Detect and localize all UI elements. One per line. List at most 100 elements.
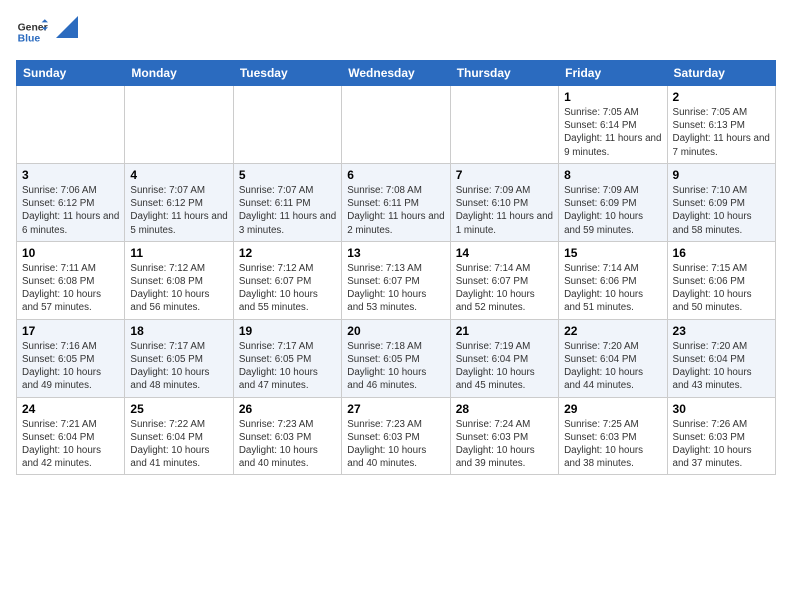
day-number: 1 bbox=[564, 90, 661, 104]
day-number: 28 bbox=[456, 402, 553, 416]
day-info: Sunrise: 7:11 AM Sunset: 6:08 PM Dayligh… bbox=[22, 262, 119, 315]
calendar-cell: 14Sunrise: 7:14 AM Sunset: 6:07 PM Dayli… bbox=[450, 241, 558, 319]
day-number: 30 bbox=[673, 402, 770, 416]
day-number: 24 bbox=[22, 402, 119, 416]
calendar-cell: 5 Sunrise: 7:07 AM Sunset: 6:11 PM Daylig… bbox=[233, 163, 341, 241]
weekday-header: Sunday bbox=[17, 61, 125, 86]
logo-triangle-icon bbox=[56, 16, 78, 38]
calendar-cell: 19 Sunrise: 7:17 AM Sunset: 6:05 PM Dayli… bbox=[233, 319, 341, 397]
calendar-cell: 21Sunrise: 7:19 AM Sunset: 6:04 PM Dayli… bbox=[450, 319, 558, 397]
calendar-cell: 4 Sunrise: 7:07 AM Sunset: 6:12 PM Daylig… bbox=[125, 163, 233, 241]
day-info: Sunrise: 7:12 AM Sunset: 6:08 PM Dayligh… bbox=[130, 262, 227, 315]
calendar-cell: 12 Sunrise: 7:12 AM Sunset: 6:07 PM Dayli… bbox=[233, 241, 341, 319]
day-info: Sunrise: 7:10 AM Sunset: 6:09 PM Dayligh… bbox=[673, 184, 770, 237]
day-number: 4 bbox=[130, 168, 227, 182]
calendar-cell: 15 Sunrise: 7:14 AM Sunset: 6:06 PM Dayli… bbox=[559, 241, 667, 319]
day-number: 3 bbox=[22, 168, 119, 182]
day-number: 17 bbox=[22, 324, 119, 338]
day-info: Sunrise: 7:26 AM Sunset: 6:03 PM Dayligh… bbox=[673, 418, 770, 471]
day-info: Sunrise: 7:13 AM Sunset: 6:07 PM Dayligh… bbox=[347, 262, 444, 315]
calendar-cell: 10 Sunrise: 7:11 AM Sunset: 6:08 PM Dayli… bbox=[17, 241, 125, 319]
day-number: 25 bbox=[130, 402, 227, 416]
calendar-cell: 8 Sunrise: 7:09 AM Sunset: 6:09 PM Daylig… bbox=[559, 163, 667, 241]
day-number: 14 bbox=[456, 246, 553, 260]
day-number: 12 bbox=[239, 246, 336, 260]
calendar-cell bbox=[342, 86, 450, 164]
day-info: Sunrise: 7:06 AM Sunset: 6:12 PM Dayligh… bbox=[22, 184, 119, 237]
calendar-cell bbox=[233, 86, 341, 164]
calendar-table: SundayMondayTuesdayWednesdayThursdayFrid… bbox=[16, 60, 776, 475]
day-number: 11 bbox=[130, 246, 227, 260]
calendar-cell: 25 Sunrise: 7:22 AM Sunset: 6:04 PM Dayli… bbox=[125, 397, 233, 475]
day-number: 7 bbox=[456, 168, 553, 182]
day-number: 26 bbox=[239, 402, 336, 416]
day-number: 5 bbox=[239, 168, 336, 182]
day-info: Sunrise: 7:23 AM Sunset: 6:03 PM Dayligh… bbox=[239, 418, 336, 471]
calendar-cell: 16 Sunrise: 7:15 AM Sunset: 6:06 PM Dayli… bbox=[667, 241, 775, 319]
calendar-cell: 9 Sunrise: 7:10 AM Sunset: 6:09 PM Daylig… bbox=[667, 163, 775, 241]
calendar-cell: 30 Sunrise: 7:26 AM Sunset: 6:03 PM Dayli… bbox=[667, 397, 775, 475]
day-info: Sunrise: 7:20 AM Sunset: 6:04 PM Dayligh… bbox=[564, 340, 661, 393]
day-info: Sunrise: 7:07 AM Sunset: 6:12 PM Dayligh… bbox=[130, 184, 227, 237]
calendar-cell: 2Sunrise: 7:05 AM Sunset: 6:13 PM Daylig… bbox=[667, 86, 775, 164]
day-number: 22 bbox=[564, 324, 661, 338]
calendar-cell: 20 Sunrise: 7:18 AM Sunset: 6:05 PM Dayli… bbox=[342, 319, 450, 397]
calendar-cell: 24Sunrise: 7:21 AM Sunset: 6:04 PM Dayli… bbox=[17, 397, 125, 475]
day-number: 16 bbox=[673, 246, 770, 260]
day-info: Sunrise: 7:22 AM Sunset: 6:04 PM Dayligh… bbox=[130, 418, 227, 471]
calendar-cell: 26 Sunrise: 7:23 AM Sunset: 6:03 PM Dayli… bbox=[233, 397, 341, 475]
day-number: 10 bbox=[22, 246, 119, 260]
calendar-cell: 7 Sunrise: 7:09 AM Sunset: 6:10 PM Daylig… bbox=[450, 163, 558, 241]
day-number: 15 bbox=[564, 246, 661, 260]
day-number: 19 bbox=[239, 324, 336, 338]
weekday-header: Monday bbox=[125, 61, 233, 86]
weekday-header: Thursday bbox=[450, 61, 558, 86]
day-number: 29 bbox=[564, 402, 661, 416]
day-info: Sunrise: 7:09 AM Sunset: 6:10 PM Dayligh… bbox=[456, 184, 553, 237]
day-info: Sunrise: 7:16 AM Sunset: 6:05 PM Dayligh… bbox=[22, 340, 119, 393]
calendar-cell bbox=[17, 86, 125, 164]
calendar-cell: 27 Sunrise: 7:23 AM Sunset: 6:03 PM Dayli… bbox=[342, 397, 450, 475]
calendar-cell: 22 Sunrise: 7:20 AM Sunset: 6:04 PM Dayli… bbox=[559, 319, 667, 397]
weekday-header: Friday bbox=[559, 61, 667, 86]
day-number: 27 bbox=[347, 402, 444, 416]
calendar-week-row: 1 Sunrise: 7:05 AM Sunset: 6:14 PM Daylig… bbox=[17, 86, 776, 164]
day-info: Sunrise: 7:23 AM Sunset: 6:03 PM Dayligh… bbox=[347, 418, 444, 471]
calendar-cell: 28Sunrise: 7:24 AM Sunset: 6:03 PM Dayli… bbox=[450, 397, 558, 475]
calendar-week-row: 24Sunrise: 7:21 AM Sunset: 6:04 PM Dayli… bbox=[17, 397, 776, 475]
page-header: General Blue bbox=[16, 16, 776, 48]
day-info: Sunrise: 7:09 AM Sunset: 6:09 PM Dayligh… bbox=[564, 184, 661, 237]
day-info: Sunrise: 7:20 AM Sunset: 6:04 PM Dayligh… bbox=[673, 340, 770, 393]
day-info: Sunrise: 7:05 AM Sunset: 6:14 PM Dayligh… bbox=[564, 106, 661, 159]
calendar-cell: 13 Sunrise: 7:13 AM Sunset: 6:07 PM Dayli… bbox=[342, 241, 450, 319]
day-number: 6 bbox=[347, 168, 444, 182]
day-info: Sunrise: 7:18 AM Sunset: 6:05 PM Dayligh… bbox=[347, 340, 444, 393]
weekday-header: Wednesday bbox=[342, 61, 450, 86]
day-number: 2 bbox=[673, 90, 770, 104]
day-number: 9 bbox=[673, 168, 770, 182]
calendar-cell bbox=[450, 86, 558, 164]
calendar-header-row: SundayMondayTuesdayWednesdayThursdayFrid… bbox=[17, 61, 776, 86]
calendar-cell: 23 Sunrise: 7:20 AM Sunset: 6:04 PM Dayli… bbox=[667, 319, 775, 397]
day-info: Sunrise: 7:08 AM Sunset: 6:11 PM Dayligh… bbox=[347, 184, 444, 237]
day-info: Sunrise: 7:14 AM Sunset: 6:06 PM Dayligh… bbox=[564, 262, 661, 315]
day-info: Sunrise: 7:12 AM Sunset: 6:07 PM Dayligh… bbox=[239, 262, 336, 315]
day-number: 23 bbox=[673, 324, 770, 338]
day-number: 18 bbox=[130, 324, 227, 338]
day-info: Sunrise: 7:17 AM Sunset: 6:05 PM Dayligh… bbox=[130, 340, 227, 393]
calendar-cell: 6 Sunrise: 7:08 AM Sunset: 6:11 PM Daylig… bbox=[342, 163, 450, 241]
day-info: Sunrise: 7:15 AM Sunset: 6:06 PM Dayligh… bbox=[673, 262, 770, 315]
day-number: 20 bbox=[347, 324, 444, 338]
calendar-cell: 1 Sunrise: 7:05 AM Sunset: 6:14 PM Daylig… bbox=[559, 86, 667, 164]
weekday-header: Tuesday bbox=[233, 61, 341, 86]
day-info: Sunrise: 7:07 AM Sunset: 6:11 PM Dayligh… bbox=[239, 184, 336, 237]
day-number: 8 bbox=[564, 168, 661, 182]
day-info: Sunrise: 7:17 AM Sunset: 6:05 PM Dayligh… bbox=[239, 340, 336, 393]
svg-text:Blue: Blue bbox=[18, 34, 41, 45]
calendar-cell: 18 Sunrise: 7:17 AM Sunset: 6:05 PM Dayli… bbox=[125, 319, 233, 397]
logo-icon: General Blue bbox=[16, 16, 48, 48]
day-number: 13 bbox=[347, 246, 444, 260]
calendar-week-row: 3 Sunrise: 7:06 AM Sunset: 6:12 PM Daylig… bbox=[17, 163, 776, 241]
day-info: Sunrise: 7:25 AM Sunset: 6:03 PM Dayligh… bbox=[564, 418, 661, 471]
calendar-cell: 29 Sunrise: 7:25 AM Sunset: 6:03 PM Dayli… bbox=[559, 397, 667, 475]
